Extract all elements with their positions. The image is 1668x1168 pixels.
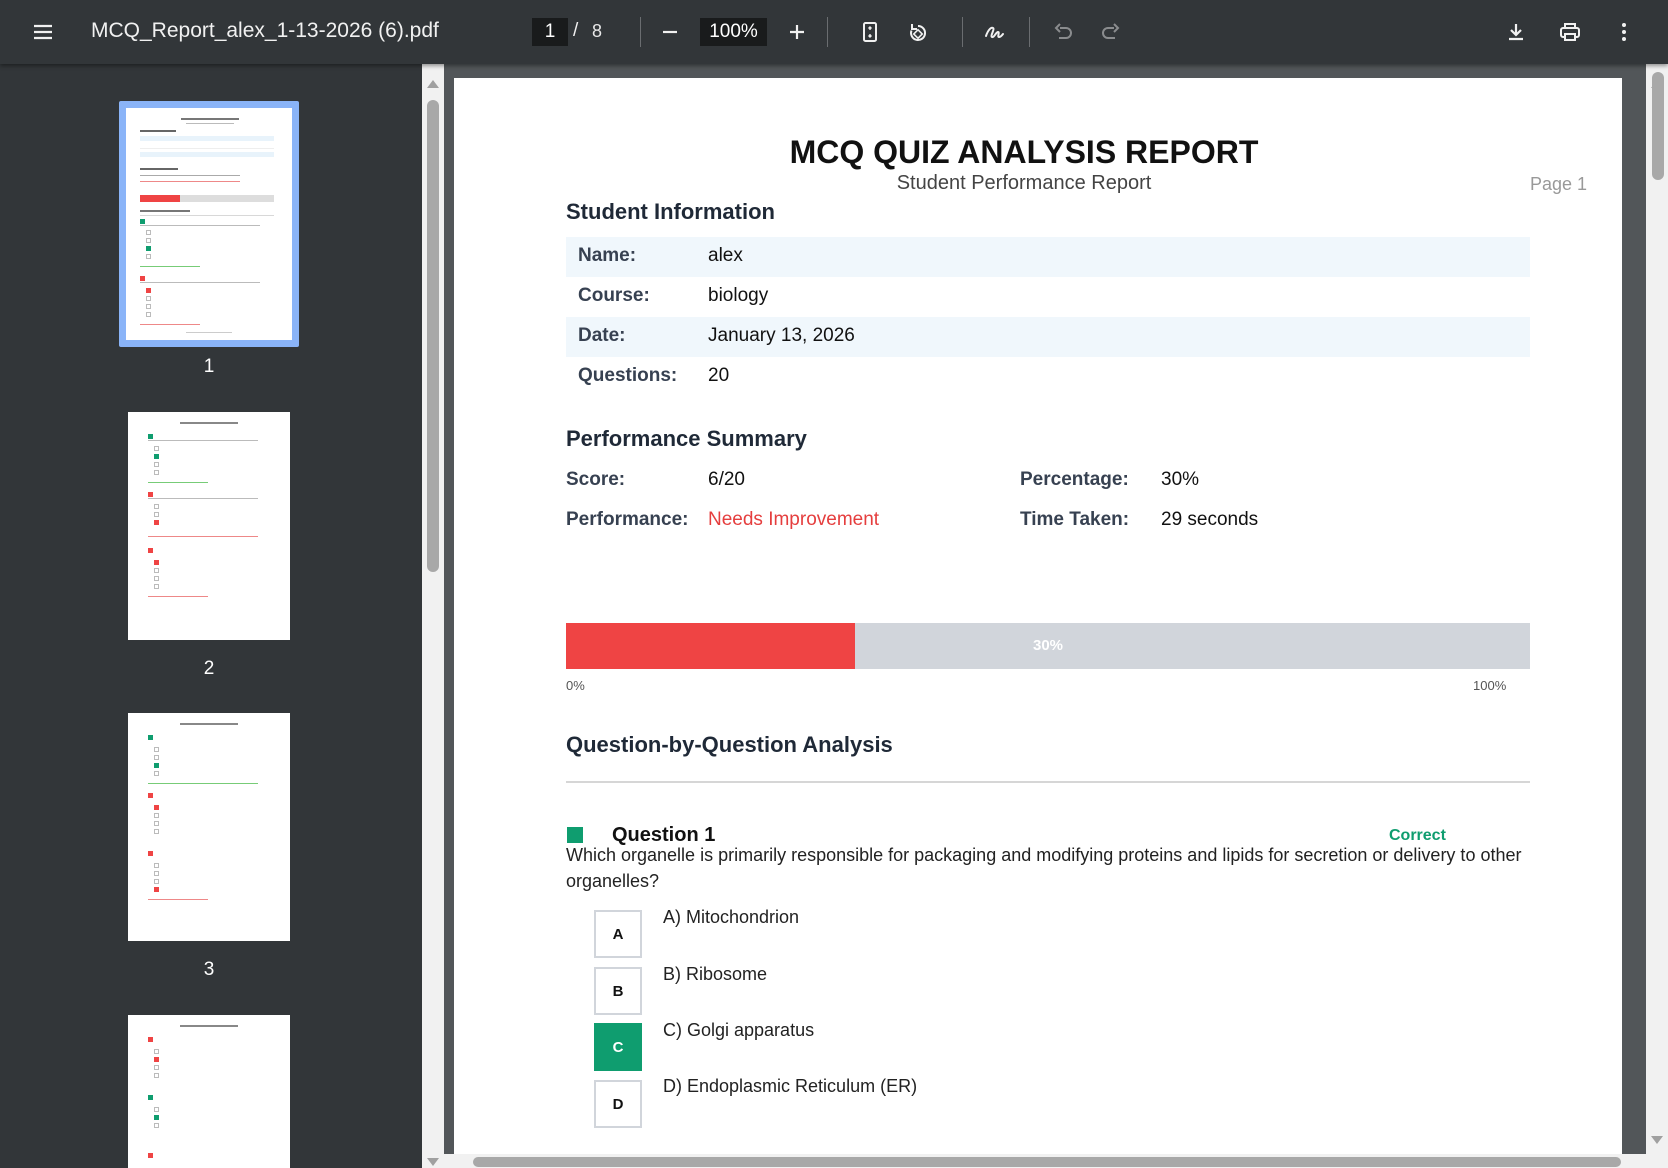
info-label: Name: [578,245,637,266]
info-row-name: Name: alex [566,237,1530,277]
info-label: Course: [578,285,650,306]
sidebar-scroll-thumb[interactable] [427,100,439,572]
sidebar-scroll-up-icon[interactable] [427,80,439,88]
time-taken-value: 29 seconds [1161,509,1259,530]
zoom-level-input[interactable]: 100% [700,18,767,46]
zoom-in-icon[interactable] [779,14,815,50]
fit-page-icon[interactable] [852,14,888,50]
page-thumbnail-1[interactable] [126,108,292,340]
percentage-value: 30% [1161,469,1200,490]
page-thumbnail-3[interactable] [128,713,290,941]
thumbnail-label-3: 3 [203,959,215,980]
undo-icon[interactable] [1045,14,1081,50]
info-label: Questions: [578,365,678,386]
section-divider [566,781,1530,783]
pdf-toolbar: MCQ_Report_alex_1-13-2026 (6).pdf 1 / 8 … [0,0,1668,64]
student-info-heading: Student Information [566,199,775,224]
question-status-marker [567,827,583,843]
info-row-date: Date: January 13, 2026 [566,317,1530,357]
option-d-box: D [594,1080,642,1128]
option-c-text: C) Golgi apparatus [663,1020,815,1040]
info-label: Date: [578,325,626,346]
toolbar-divider [1029,17,1030,47]
document-horizontal-scroll-thumb[interactable] [473,1157,1621,1167]
document-vertical-scrollbar[interactable] [1646,64,1668,1168]
page-number-label: Page 1 [1530,174,1588,194]
toolbar-divider [827,17,828,47]
score-value: 6/20 [708,469,745,490]
zoom-out-icon[interactable] [652,14,688,50]
score-progress-bar: 30% [566,623,1530,669]
progress-max-label: 100% [1473,678,1507,693]
analysis-heading: Question-by-Question Analysis [566,732,893,757]
report-title: MCQ QUIZ ANALYSIS REPORT [789,134,1259,170]
annotate-icon[interactable] [976,14,1012,50]
redo-icon[interactable] [1093,14,1129,50]
print-icon[interactable] [1552,14,1588,50]
current-page-input[interactable]: 1 [532,18,568,46]
sidebar-scroll-down-icon[interactable] [427,1158,439,1166]
option-a-box: A [594,910,642,958]
toolbar-divider [962,17,963,47]
score-label: Score: [566,469,626,490]
performance-value: Needs Improvement [708,509,880,530]
more-options-icon[interactable] [1606,14,1642,50]
total-pages: 8 [592,21,603,41]
info-value: 20 [708,365,730,386]
info-value: January 13, 2026 [708,325,855,346]
thumbnail-label-2: 2 [203,658,215,679]
file-title: MCQ_Report_alex_1-13-2026 (6).pdf [91,19,439,42]
document-vertical-scroll-thumb[interactable] [1652,72,1664,180]
option-a-text: A) Mitochondrion [663,907,800,927]
performance-label: Performance: [566,509,689,530]
download-icon[interactable] [1498,14,1534,50]
report-subtitle: Student Performance Report [896,172,1152,194]
toolbar-divider [640,17,641,47]
option-b-box: B [594,967,642,1015]
option-d-text: D) Endoplasmic Reticulum (ER) [663,1076,918,1096]
question-text: Which organelle is primarily responsible… [566,845,1522,891]
info-value: biology [708,285,769,306]
option-b-text: B) Ribosome [663,964,768,984]
pdf-page: MCQ QUIZ ANALYSIS REPORT Student Perform… [454,78,1622,1168]
progress-min-label: 0% [566,678,585,693]
performance-summary-heading: Performance Summary [566,426,807,451]
page-thumbnail-4[interactable] [128,1015,290,1168]
document-scroll-down-icon[interactable] [1651,1136,1663,1144]
time-taken-label: Time Taken: [1020,509,1130,530]
page-separator: / [573,20,579,41]
info-row-questions: Questions: 20 [566,357,1530,397]
info-value: alex [708,245,743,266]
percentage-label: Percentage: [1020,469,1129,490]
thumbnail-label-1: 1 [203,356,215,377]
option-c-box: C [594,1023,642,1071]
rotate-icon[interactable] [900,14,936,50]
info-row-course: Course: biology [566,277,1530,317]
score-progress-text: 30% [1032,637,1064,654]
page-thumbnail-2[interactable] [128,412,290,640]
hamburger-menu-icon[interactable] [25,14,61,50]
